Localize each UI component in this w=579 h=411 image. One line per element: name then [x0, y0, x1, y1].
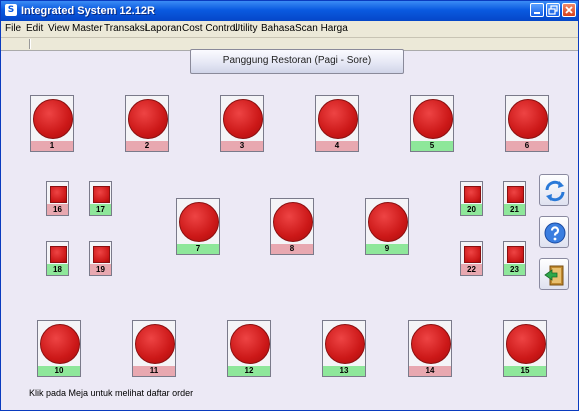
table-6[interactable]: 6 — [505, 95, 549, 152]
table-8[interactable]: 8 — [270, 198, 314, 255]
table-15-shape — [506, 324, 546, 364]
table-15-label: 15 — [504, 366, 546, 376]
table-6-shape — [508, 99, 548, 139]
table-9-shape — [368, 202, 408, 242]
exit-button[interactable] — [539, 258, 569, 290]
close-button[interactable] — [562, 3, 576, 17]
table-2-label: 2 — [126, 141, 168, 151]
table-9[interactable]: 9 — [365, 198, 409, 255]
table-11[interactable]: 11 — [132, 320, 176, 377]
table-14-label: 14 — [409, 366, 451, 376]
table-5-label: 5 — [411, 141, 453, 151]
table-21-shape — [507, 186, 524, 203]
table-23-label: 23 — [504, 264, 525, 275]
table-22[interactable]: 22 — [460, 241, 483, 276]
table-19-label: 19 — [90, 264, 111, 275]
app-logo-icon: S — [5, 4, 17, 16]
table-14-shape — [411, 324, 451, 364]
table-20-shape — [464, 186, 481, 203]
table-21[interactable]: 21 — [503, 181, 526, 216]
refresh-button[interactable] — [539, 174, 569, 206]
table-12-shape — [230, 324, 270, 364]
table-18-shape — [50, 246, 67, 263]
menu-master[interactable]: Master — [72, 23, 103, 35]
window-title: Integrated System 12.12R — [21, 5, 155, 17]
menu-laporan[interactable]: Laporan — [145, 23, 182, 35]
table-9-label: 9 — [366, 244, 408, 254]
table-23-shape — [507, 246, 524, 263]
table-13[interactable]: 13 — [322, 320, 366, 377]
table-7-shape — [179, 202, 219, 242]
table-23[interactable]: 23 — [503, 241, 526, 276]
app-window: S Integrated System 12.12R File Edit Vie… — [0, 0, 579, 411]
table-8-label: 8 — [271, 244, 313, 254]
maximize-button[interactable] — [546, 3, 560, 17]
table-16-shape — [50, 186, 67, 203]
menu-scan-harga[interactable]: Scan Harga — [295, 23, 348, 35]
table-16-label: 16 — [47, 204, 68, 215]
table-8-shape — [273, 202, 313, 242]
table-11-label: 11 — [133, 366, 175, 376]
toolbar-grip[interactable] — [29, 39, 31, 49]
table-7[interactable]: 7 — [176, 198, 220, 255]
table-10[interactable]: 10 — [37, 320, 81, 377]
table-3[interactable]: 3 — [220, 95, 264, 152]
hint-text: Klik pada Meja untuk melihat daftar orde… — [29, 388, 194, 398]
table-7-label: 7 — [177, 244, 219, 254]
menu-bahasa[interactable]: Bahasa — [261, 23, 295, 35]
table-4-shape — [318, 99, 358, 139]
table-17[interactable]: 17 — [89, 181, 112, 216]
table-21-label: 21 — [504, 204, 525, 215]
close-icon — [565, 6, 573, 14]
menu-view[interactable]: View — [48, 23, 70, 35]
menu-cost-control[interactable]: Cost Control — [182, 23, 238, 35]
table-20-label: 20 — [461, 204, 482, 215]
table-13-shape — [325, 324, 365, 364]
table-22-shape — [464, 246, 481, 263]
menu-transaksi[interactable]: Transaksi — [104, 23, 147, 35]
table-4[interactable]: 4 — [315, 95, 359, 152]
table-13-label: 13 — [323, 366, 365, 376]
menu-file[interactable]: File — [5, 23, 21, 35]
help-icon — [544, 222, 566, 244]
table-10-shape — [40, 324, 80, 364]
exit-icon — [544, 265, 564, 286]
table-2[interactable]: 2 — [125, 95, 169, 152]
table-15[interactable]: 15 — [503, 320, 547, 377]
table-14[interactable]: 14 — [408, 320, 452, 377]
table-12-label: 12 — [228, 366, 270, 376]
table-19-shape — [93, 246, 110, 263]
table-17-label: 17 — [90, 204, 111, 215]
table-3-shape — [223, 99, 263, 139]
table-5-shape — [413, 99, 453, 139]
area-title-button[interactable]: Panggung Restoran (Pagi - Sore) — [190, 49, 404, 74]
table-22-label: 22 — [461, 264, 482, 275]
table-5[interactable]: 5 — [410, 95, 454, 152]
table-16[interactable]: 16 — [46, 181, 69, 216]
table-19[interactable]: 19 — [89, 241, 112, 276]
menu-edit[interactable]: Edit — [26, 23, 43, 35]
help-button[interactable] — [539, 216, 569, 248]
table-3-label: 3 — [221, 141, 263, 151]
table-10-label: 10 — [38, 366, 80, 376]
title-bar[interactable]: S Integrated System 12.12R — [1, 1, 578, 21]
table-6-label: 6 — [506, 141, 548, 151]
table-4-label: 4 — [316, 141, 358, 151]
table-12[interactable]: 12 — [227, 320, 271, 377]
menu-utility[interactable]: Utility — [233, 23, 257, 35]
table-17-shape — [93, 186, 110, 203]
table-20[interactable]: 20 — [460, 181, 483, 216]
table-18[interactable]: 18 — [46, 241, 69, 276]
refresh-icon — [545, 180, 565, 202]
minimize-button[interactable] — [530, 3, 544, 17]
table-18-label: 18 — [47, 264, 68, 275]
minimize-icon — [534, 12, 540, 14]
table-1[interactable]: 1 — [30, 95, 74, 152]
table-1-shape — [33, 99, 73, 139]
restore-icon — [548, 5, 558, 15]
menu-bar: File Edit View Master Transaksi Laporan … — [1, 21, 578, 38]
table-2-shape — [128, 99, 168, 139]
table-1-label: 1 — [31, 141, 73, 151]
table-11-shape — [135, 324, 175, 364]
